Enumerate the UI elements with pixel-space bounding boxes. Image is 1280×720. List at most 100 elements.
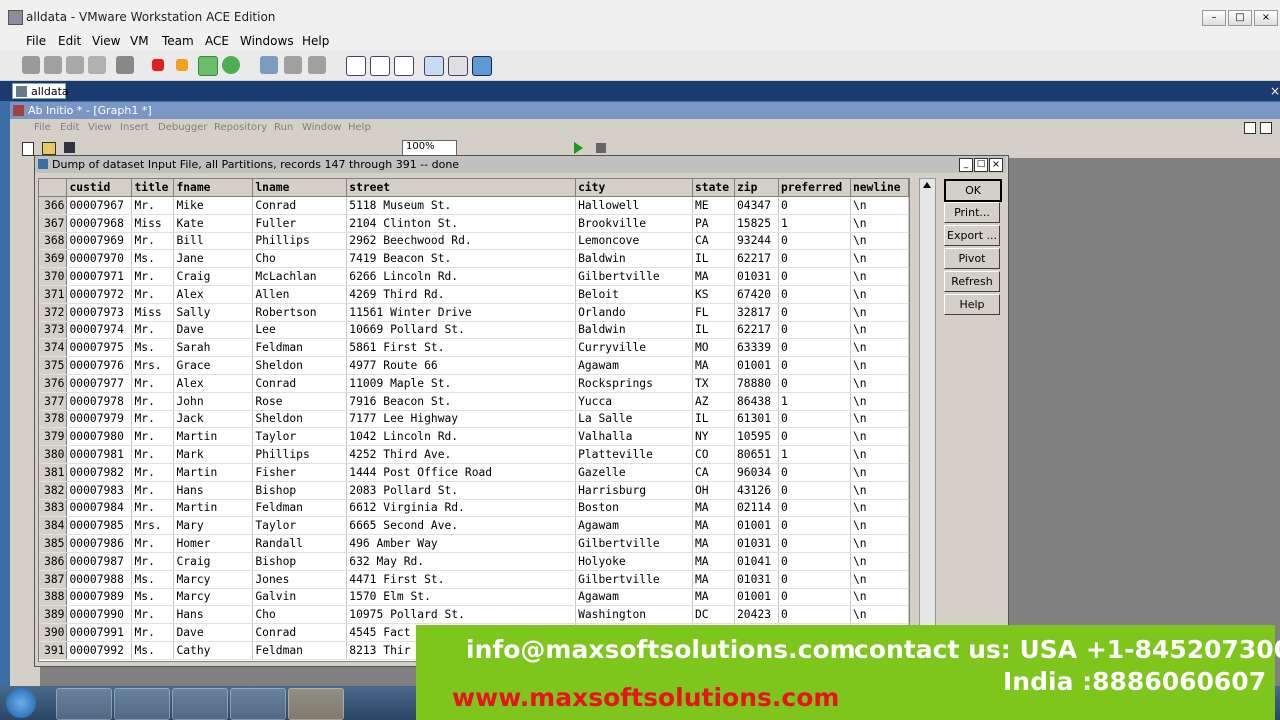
table-row[interactable]: 383 00007984 Mr. Martin Feldman 6612 Virginia… — [39, 499, 909, 518]
console-icon[interactable] — [116, 56, 134, 74]
column-header[interactable]: preferred — [778, 179, 851, 197]
table-row[interactable]: 379 00007980 Mr. Martin Taylor 1042 Lincoln R… — [39, 427, 909, 447]
row-number[interactable]: 380 — [39, 445, 68, 464]
vertical-scrollbar[interactable] — [919, 178, 936, 626]
revert-icon[interactable] — [66, 56, 84, 74]
app-menu-edit[interactable]: Edit — [60, 122, 79, 133]
row-number[interactable]: 370 — [39, 267, 68, 286]
row-number[interactable]: 366 — [39, 196, 68, 215]
table-row[interactable]: 381 00007982 Mr. Martin Fisher 1444 Post Offi… — [39, 463, 909, 482]
print-button[interactable]: Print... — [944, 202, 1000, 223]
table-row[interactable]: 384 00007985 Mrs. Mary Taylor 6665 Second Ave… — [39, 516, 909, 536]
column-header[interactable]: state — [692, 179, 735, 197]
explorer-taskbar-icon[interactable] — [56, 688, 112, 720]
row-number[interactable]: 386 — [39, 552, 68, 571]
mdi-minimize-icon[interactable] — [1244, 122, 1256, 134]
column-header[interactable]: fname — [173, 179, 254, 197]
refresh-button[interactable]: Refresh — [944, 271, 1000, 292]
play-icon[interactable] — [198, 56, 218, 76]
console-view-icon[interactable] — [472, 56, 492, 76]
row-number[interactable]: 387 — [39, 570, 68, 589]
reset-icon[interactable] — [222, 56, 240, 74]
manager-icon[interactable] — [88, 56, 106, 74]
column-header[interactable]: zip — [734, 179, 779, 197]
pivot-button[interactable]: Pivot — [944, 248, 1000, 269]
save-icon[interactable] — [64, 142, 75, 153]
row-number[interactable]: 376 — [39, 374, 68, 393]
table-row[interactable]: 382 00007983 Mr. Hans Bishop 2083 Pollard St.… — [39, 481, 909, 500]
stop-icon[interactable] — [152, 59, 164, 71]
row-number[interactable]: 383 — [39, 499, 68, 518]
table-row[interactable]: 386 00007987 Mr. Craig Bishop 632 May Rd. Holy… — [39, 552, 909, 571]
menu-help[interactable]: Help — [302, 34, 329, 48]
fullscreen-icon[interactable] — [394, 56, 414, 76]
close-button[interactable]: × — [1254, 10, 1278, 26]
table-row[interactable]: 366 00007967 Mr. Mike Conrad 5118 Museum St. H… — [39, 196, 909, 215]
column-header[interactable]: newline — [850, 179, 909, 197]
table-row[interactable]: 374 00007975 Ms. Sarah Feldman 5861 First St.… — [39, 338, 909, 358]
start-button-icon[interactable] — [6, 688, 36, 718]
row-number[interactable]: 379 — [39, 427, 68, 447]
app-menu-file[interactable]: File — [34, 122, 51, 133]
row-number[interactable]: 378 — [39, 410, 68, 429]
sidebar-icon[interactable] — [346, 56, 366, 76]
app-menu-debugger[interactable]: Debugger — [158, 122, 208, 133]
minimize-button[interactable]: – — [1202, 10, 1226, 26]
row-number[interactable]: 373 — [39, 321, 68, 340]
row-number[interactable]: 367 — [39, 214, 68, 233]
column-header[interactable]: title — [131, 179, 175, 197]
dialog-minimize-button[interactable]: _ — [959, 158, 973, 172]
table-row[interactable]: 370 00007971 Mr. Craig McLachlan 6266 Lincoln… — [39, 267, 909, 286]
open-icon[interactable] — [42, 142, 56, 155]
appliance-icon[interactable] — [448, 56, 468, 76]
app-menu-repository[interactable]: Repository — [214, 122, 267, 133]
menu-file[interactable]: File — [26, 34, 46, 48]
table-row[interactable]: 376 00007977 Mr. Alex Conrad 11009 Maple St. R… — [39, 374, 909, 393]
row-number[interactable]: 369 — [39, 249, 68, 269]
close-tab-icon[interactable]: × — [1270, 84, 1280, 98]
app-menu-view[interactable]: View — [88, 122, 112, 133]
menu-edit[interactable]: Edit — [58, 34, 81, 48]
table-row[interactable]: 367 00007968 Miss Kate Fuller 2104 Clinton St… — [39, 214, 909, 233]
scroll-up-arrow-icon[interactable] — [923, 182, 931, 188]
table-row[interactable]: 373 00007974 Mr. Dave Lee 10669 Pollard St. Ba… — [39, 321, 909, 340]
table-row[interactable]: 377 00007978 Mr. John Rose 7916 Beacon St. Yuc… — [39, 392, 909, 411]
table-row[interactable]: 389 00007990 Mr. Hans Cho 10975 Pollard St. Wa… — [39, 605, 909, 625]
column-header[interactable]: street — [346, 179, 577, 197]
globe-taskbar-icon[interactable] — [172, 688, 228, 720]
row-number[interactable]: 382 — [39, 481, 68, 500]
ok-button[interactable]: OK — [944, 179, 1002, 202]
mdi-restore-icon[interactable] — [1260, 122, 1272, 134]
help-button[interactable]: Help — [944, 294, 1000, 315]
quick-switch-icon[interactable] — [370, 56, 390, 76]
column-header[interactable]: city — [575, 179, 693, 197]
app-menu-insert[interactable]: Insert — [120, 122, 149, 133]
app-menu-help[interactable]: Help — [348, 122, 371, 133]
table-row[interactable]: 387 00007988 Ms. Marcy Jones 4471 First St. Gi… — [39, 570, 909, 589]
menu-windows[interactable]: Windows — [240, 34, 294, 48]
gde-taskbar-icon[interactable] — [288, 688, 344, 720]
table-row[interactable]: 388 00007989 Ms. Marcy Galvin 1570 Elm St. Aga… — [39, 588, 909, 607]
menu-view[interactable]: View — [92, 34, 120, 48]
table-row[interactable]: 369 00007970 Ms. Jane Cho 7419 Beacon St. Bald… — [39, 249, 909, 269]
power-icon[interactable] — [22, 56, 40, 74]
run-icon[interactable] — [574, 142, 583, 154]
row-number[interactable]: 389 — [39, 605, 68, 625]
row-number[interactable]: 374 — [39, 338, 68, 358]
row-number[interactable]: 381 — [39, 463, 68, 482]
table-row[interactable]: 375 00007976 Mrs. Grace Sheldon 4977 Route 66… — [39, 356, 909, 375]
summary-icon[interactable] — [424, 56, 444, 76]
row-number[interactable]: 384 — [39, 516, 68, 536]
app-menu-run[interactable]: Run — [274, 122, 293, 133]
take-snapshot-icon[interactable] — [284, 56, 302, 74]
table-row[interactable]: 385 00007986 Mr. Homer Randall 496 Amber Way G… — [39, 534, 909, 553]
table-row[interactable]: 378 00007979 Mr. Jack Sheldon 7177 Lee Highwa… — [39, 410, 909, 429]
pause-icon[interactable] — [176, 59, 188, 71]
menu-ace[interactable]: ACE — [205, 34, 229, 48]
column-header[interactable]: custid — [66, 179, 133, 197]
menu-vm[interactable]: VM — [130, 34, 149, 48]
internet-explorer-taskbar-icon[interactable] — [114, 688, 170, 720]
snapshot-manager-icon[interactable] — [308, 56, 326, 74]
table-row[interactable]: 371 00007972 Mr. Alex Allen 4269 Third Rd. Bel… — [39, 285, 909, 304]
row-number[interactable]: 391 — [39, 641, 68, 660]
